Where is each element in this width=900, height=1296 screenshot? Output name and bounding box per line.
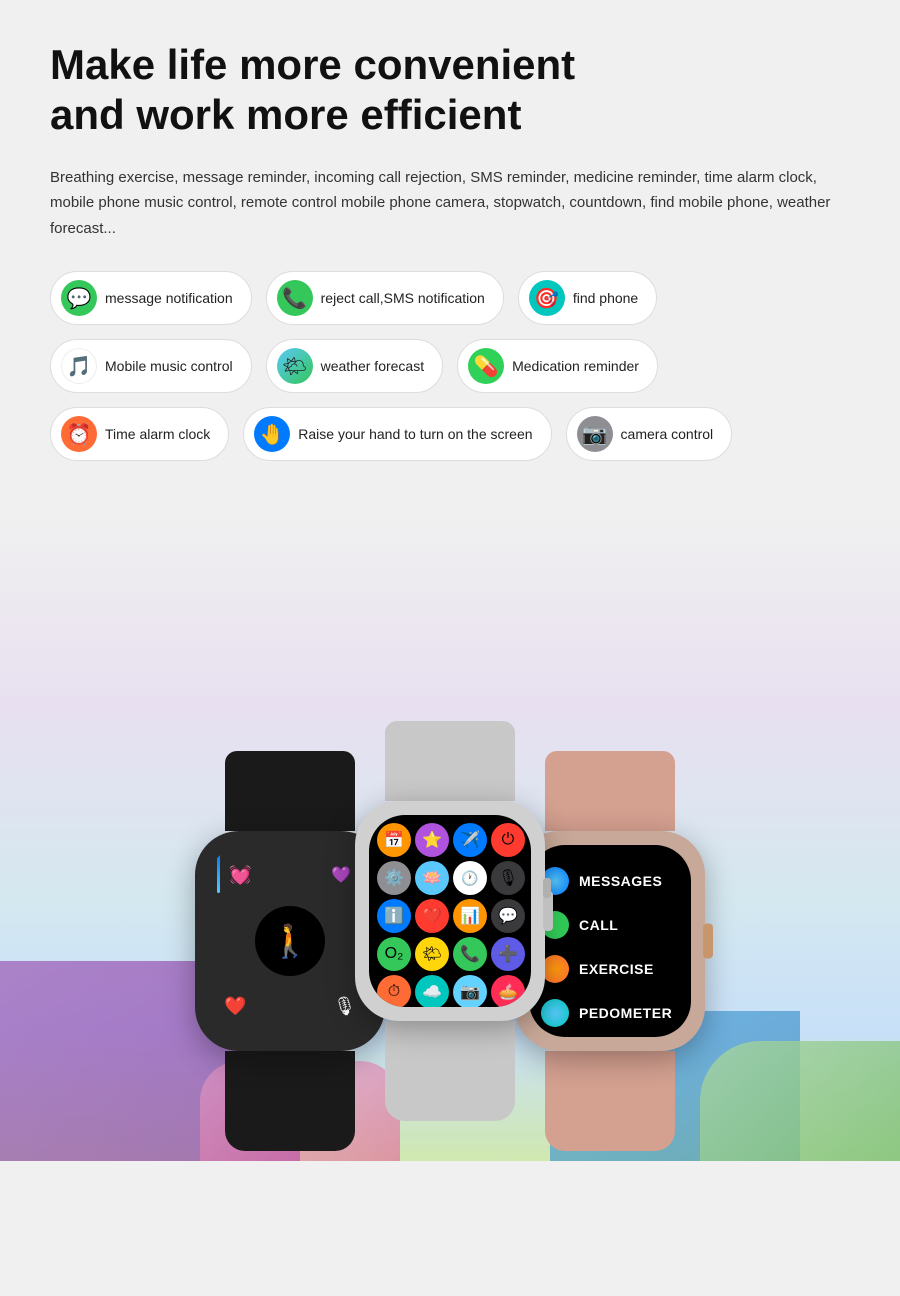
app-clock: 🕐	[453, 861, 487, 895]
app-settings: ⚙️	[377, 861, 411, 895]
watches-section: 💓 💜 🚶 ❤️ 🎙	[0, 511, 900, 1161]
description-text: Breathing exercise, message reminder, in…	[50, 165, 850, 242]
chip-reject-call-label: reject call,SMS notification	[321, 290, 485, 306]
watch-center-body: 📅 ⭐ ✈️ ⏻ ⚙️ 🪷 🕐 🎙 ℹ️ ❤️ 📊 💬	[355, 721, 545, 1121]
watch-center-case: 📅 ⭐ ✈️ ⏻ ⚙️ 🪷 🕐 🎙 ℹ️ ❤️ 📊 💬	[355, 801, 545, 1021]
watch-right-band-bottom	[545, 1051, 675, 1151]
walk-circle: 🚶	[255, 906, 325, 976]
heart-rate-icon: 💓	[229, 865, 251, 886]
watch-right-display: MESSAGES CALL EXERCISE PEDOMETER	[529, 845, 691, 1037]
chip-weather-label: weather forecast	[321, 358, 425, 374]
mic-icon: 🎙	[333, 996, 356, 1017]
app-activity: 📊	[453, 899, 487, 933]
menu-row-exercise: EXERCISE	[541, 949, 679, 989]
chip-reject-call: 📞 reject call,SMS notification	[266, 271, 504, 325]
ecg-icon: ❤️	[224, 996, 246, 1017]
raise-hand-icon: 🤚	[254, 416, 290, 452]
app-plus: ➕	[491, 937, 525, 971]
app-calendar: 📅	[377, 823, 411, 857]
main-title: Make life more convenient and work more …	[50, 40, 850, 141]
watch-right-band-top	[545, 751, 675, 831]
chip-alarm: ⏰ Time alarm clock	[50, 407, 229, 461]
features-row-3: ⏰ Time alarm clock 🤚 Raise your hand to …	[50, 407, 850, 461]
reject-call-icon: 📞	[277, 280, 313, 316]
chip-message-notification: 💬 message notification	[50, 271, 252, 325]
watch-center-screen: 📅 ⭐ ✈️ ⏻ ⚙️ 🪷 🕐 🎙 ℹ️ ❤️ 📊 💬	[369, 815, 531, 1007]
app-pie: 🥧	[491, 975, 525, 1007]
tl-bar	[217, 853, 220, 893]
watch-center-display: 📅 ⭐ ✈️ ⏻ ⚙️ 🪷 🕐 🎙 ℹ️ ❤️ 📊 💬	[369, 815, 531, 1007]
pedometer-label: PEDOMETER	[579, 1005, 672, 1021]
app-power: ⏻	[491, 823, 525, 857]
app-phone: 📞	[453, 937, 487, 971]
pedometer-dot	[541, 999, 569, 1027]
app-cloud: ☁️	[415, 975, 449, 1007]
watch-left-screen: 💓 💜 🚶 ❤️ 🎙	[209, 845, 371, 1037]
music-icon: 🎵	[61, 348, 97, 384]
watch-center-band-bottom	[385, 1021, 515, 1121]
watch-right-screen: MESSAGES CALL EXERCISE PEDOMETER	[529, 845, 691, 1037]
activity-icon: 💜	[331, 865, 351, 885]
top-section: Make life more convenient and work more …	[0, 0, 900, 511]
alarm-icon: ⏰	[61, 416, 97, 452]
chip-camera: 📷 camera control	[566, 407, 733, 461]
chip-mobile-music-label: Mobile music control	[105, 358, 233, 374]
side-button	[543, 878, 551, 898]
menu-row-call: CALL	[541, 905, 679, 945]
chip-alarm-label: Time alarm clock	[105, 426, 210, 442]
chip-mobile-music: 🎵 Mobile music control	[50, 339, 252, 393]
bg-blob-green	[700, 1041, 900, 1161]
features-grid: 💬 message notification 📞 reject call,SMS…	[50, 271, 850, 461]
app-weather: 🌤	[415, 937, 449, 971]
call-label: CALL	[579, 917, 618, 933]
watch-left-overlay: 💓 💜 🚶 ❤️ 🎙	[209, 845, 371, 1037]
app-oxygen: O₂	[377, 937, 411, 971]
app-mic: 🎙	[491, 861, 525, 895]
menu-row-pedometer: PEDOMETER	[541, 993, 679, 1033]
watch-left-band-bottom	[225, 1051, 355, 1151]
app-send: ✈️	[453, 823, 487, 857]
chip-weather: 🌤 weather forecast	[266, 339, 444, 393]
weather-icon: 🌤	[277, 348, 313, 384]
chip-message-label: message notification	[105, 290, 233, 306]
chip-find-phone-label: find phone	[573, 290, 638, 306]
features-row-2: 🎵 Mobile music control 🌤 weather forecas…	[50, 339, 850, 393]
watch-center-band-top	[385, 721, 515, 801]
watch-left-band-top	[225, 751, 355, 831]
chip-camera-label: camera control	[621, 426, 714, 442]
exercise-label: EXERCISE	[579, 961, 654, 977]
menu-row-messages: MESSAGES	[541, 861, 679, 901]
features-row-1: 💬 message notification 📞 reject call,SMS…	[50, 271, 850, 325]
exercise-dot	[541, 955, 569, 983]
chip-medication: 💊 Medication reminder	[457, 339, 658, 393]
find-phone-icon: 🎯	[529, 280, 565, 316]
chip-find-phone: 🎯 find phone	[518, 271, 657, 325]
app-heart: ❤️	[415, 899, 449, 933]
chip-raise-hand-label: Raise your hand to turn on the screen	[298, 426, 532, 442]
app-grid: 📅 ⭐ ✈️ ⏻ ⚙️ 🪷 🕐 🎙 ℹ️ ❤️ 📊 💬	[377, 823, 523, 1007]
messages-label: MESSAGES	[579, 873, 662, 889]
app-lotus: 🪷	[415, 861, 449, 895]
message-icon: 💬	[61, 280, 97, 316]
watch-right-crown	[703, 924, 713, 959]
walk-icon: 🚶	[270, 922, 310, 960]
app-info: ℹ️	[377, 899, 411, 933]
medication-icon: 💊	[468, 348, 504, 384]
app-star: ⭐	[415, 823, 449, 857]
chip-raise-hand: 🤚 Raise your hand to turn on the screen	[243, 407, 551, 461]
app-timer: ⏱	[377, 975, 411, 1007]
chip-medication-label: Medication reminder	[512, 358, 639, 374]
camera-icon: 📷	[577, 416, 613, 452]
watch-center: 📅 ⭐ ✈️ ⏻ ⚙️ 🪷 🕐 🎙 ℹ️ ❤️ 📊 💬	[355, 721, 545, 1121]
app-chat: 💬	[491, 899, 525, 933]
app-camera: 📷	[453, 975, 487, 1007]
